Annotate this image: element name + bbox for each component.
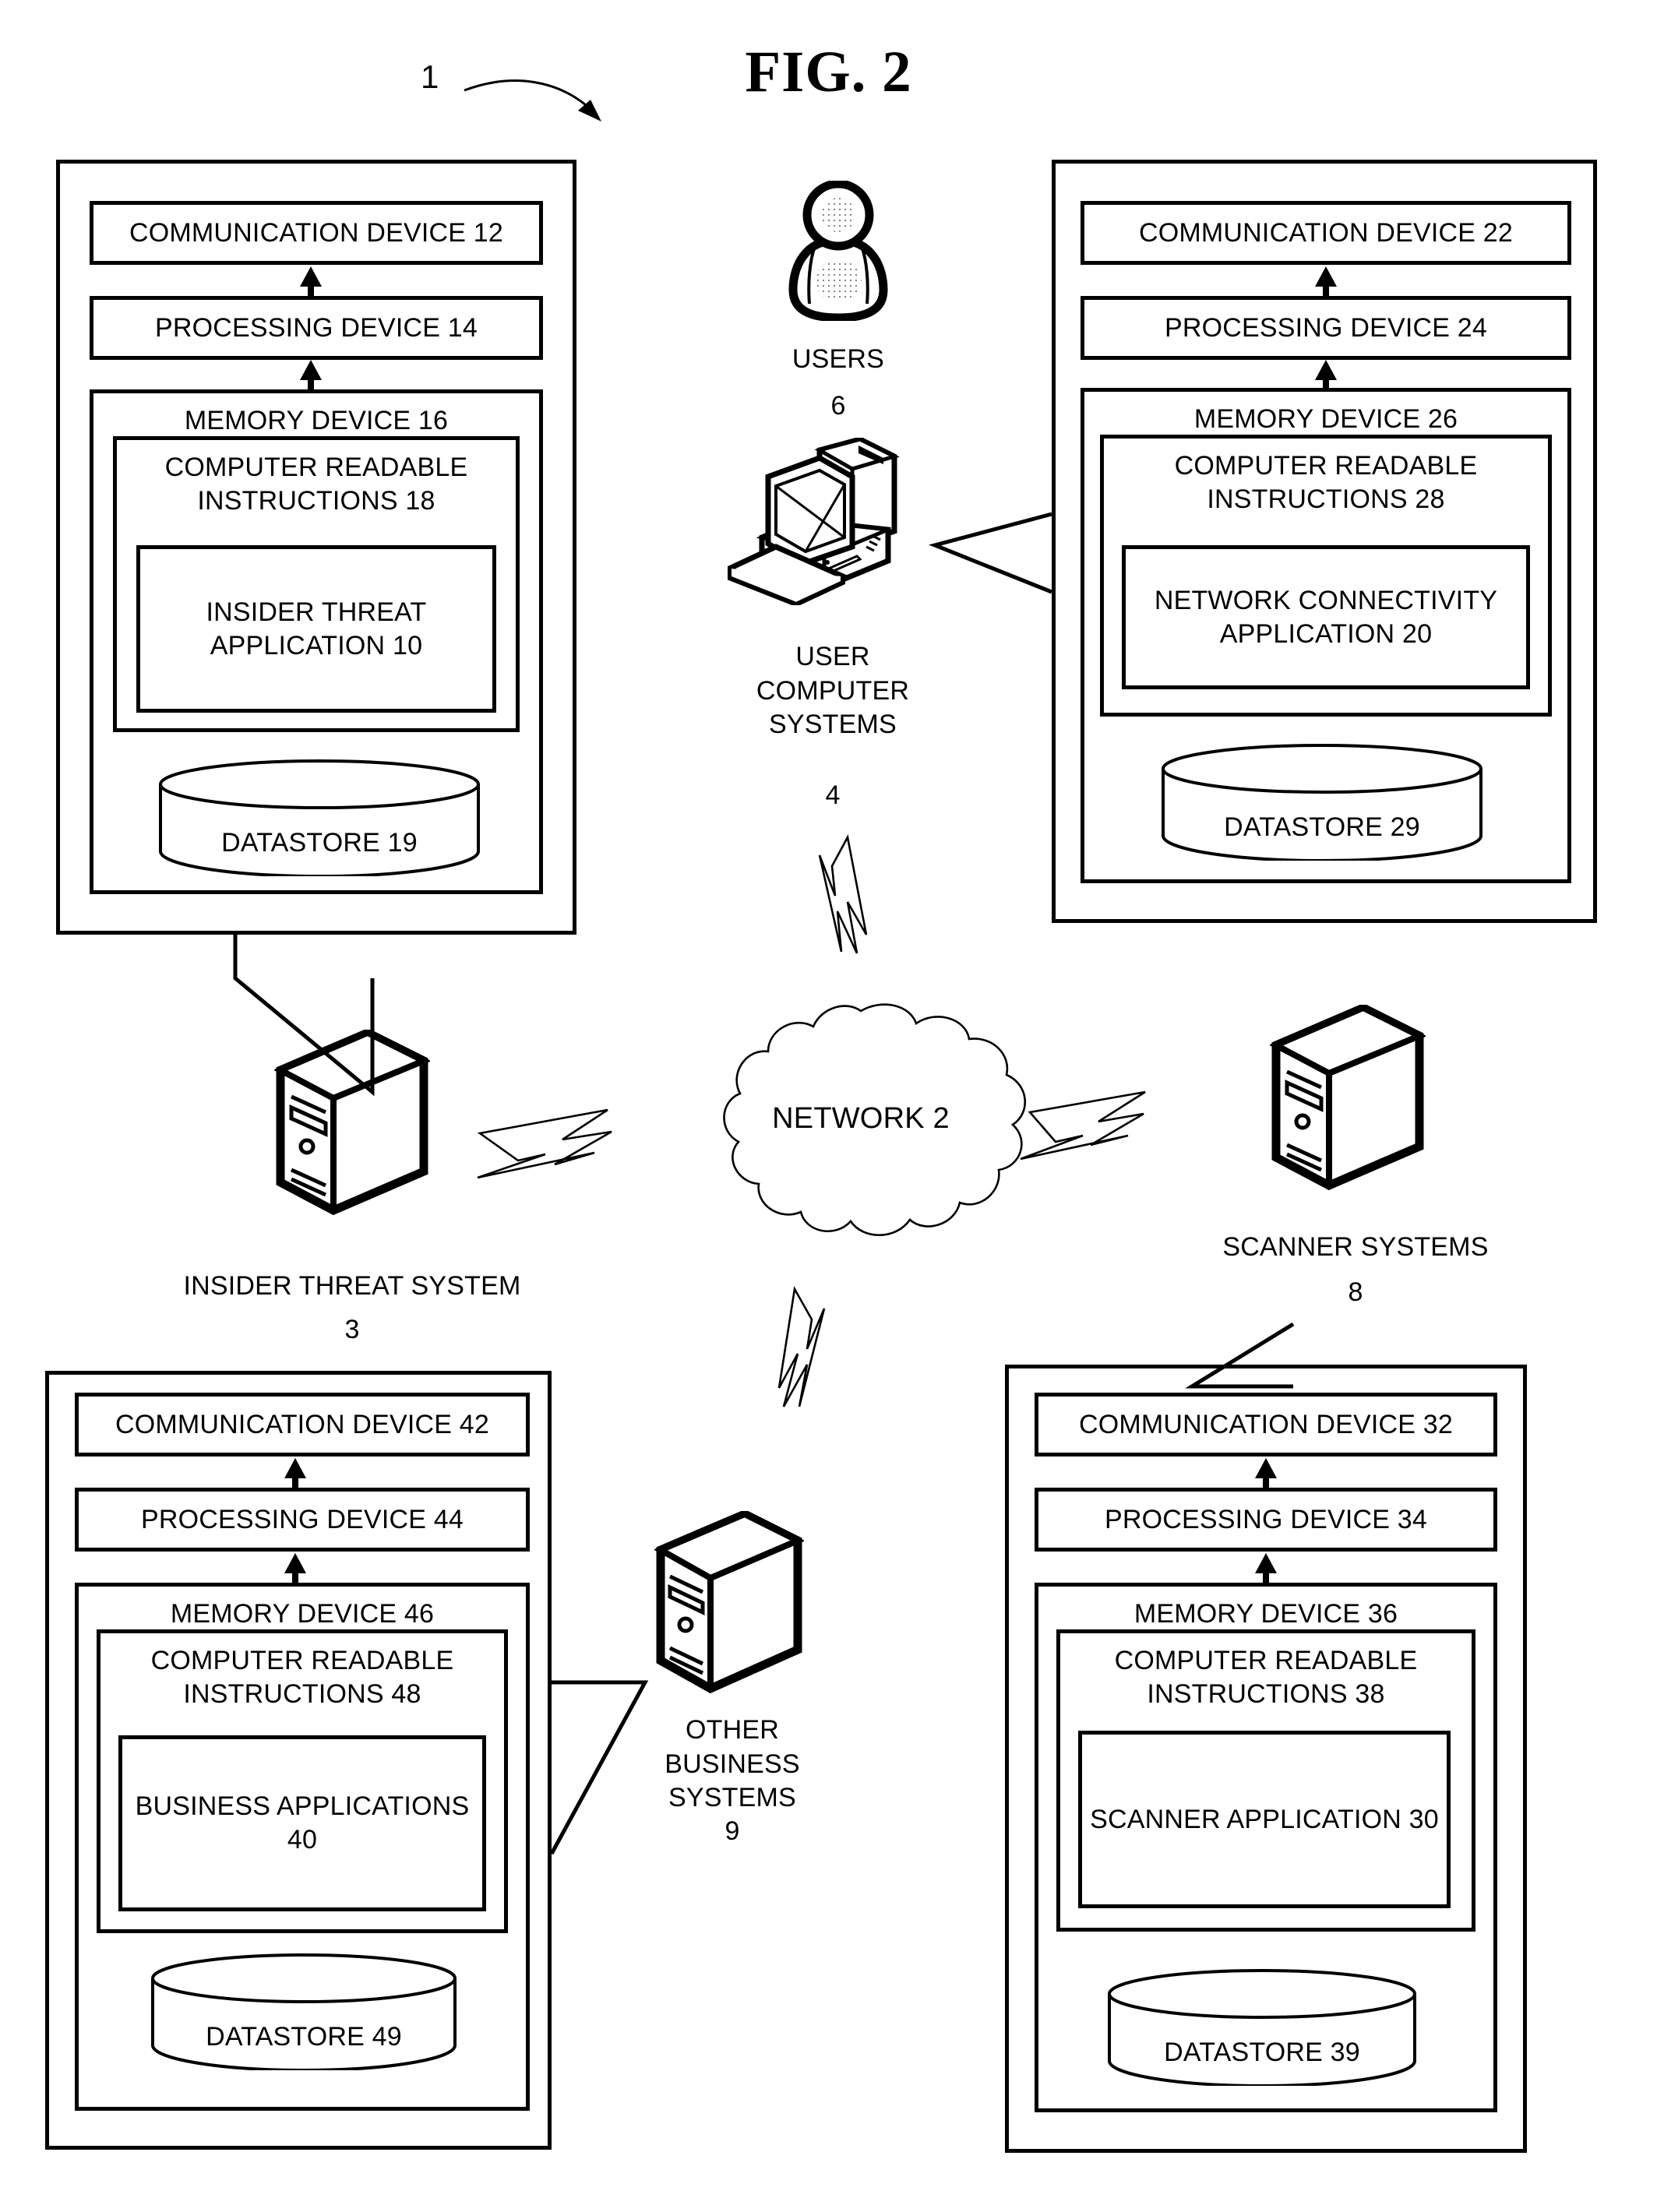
user-computer-systems-label: USER COMPUTER SYSTEMS <box>756 642 910 740</box>
lightning-bolt-connector-bottom <box>777 1286 826 1407</box>
processing-device-34: PROCESSING DEVICE 34 <box>1035 1488 1497 1552</box>
insider-threat-system-label: INSIDER THREAT SYSTEM <box>183 1271 521 1301</box>
datastore-19-label: DATASTORE 19 <box>221 828 418 858</box>
processing-device-24: PROCESSING DEVICE 24 <box>1081 296 1571 360</box>
other-business-systems-label: OTHER BUSINESS SYSTEMS <box>665 1715 800 1813</box>
insider-threat-system-label-number: 3 <box>344 1315 360 1344</box>
lightning-bolt-connector-left <box>477 1108 612 1179</box>
callout-user-computer <box>929 512 1052 594</box>
scanner-server-icon <box>1270 1005 1426 1192</box>
patent-figure-page: 1 FIG. 2 COMMUNICATION DEVICE 12 PROCESS… <box>0 0 1657 2212</box>
user-person-icon <box>784 181 893 321</box>
insider-threat-application-10: INSIDER THREAT APPLICATION 10 <box>136 545 496 713</box>
datastore-49-label: DATASTORE 49 <box>206 2022 402 2052</box>
desktop-computer-icon <box>728 438 922 605</box>
datastore-39-label: DATASTORE 39 <box>1164 2038 1360 2067</box>
communication-device-22: COMMUNICATION DEVICE 22 <box>1081 201 1571 265</box>
insider-threat-server-icon <box>274 1030 430 1217</box>
lightning-bolt-connector-top <box>818 834 868 954</box>
datastore-39-cylinder: DATASTORE 39 <box>1105 1969 1419 2086</box>
processing-device-44: PROCESSING DEVICE 44 <box>75 1488 530 1552</box>
network-connectivity-application-20: NETWORK CONNECTIVITY APPLICATION 20 <box>1122 545 1530 689</box>
datastore-29-cylinder: DATASTORE 29 <box>1158 744 1486 861</box>
scanner-systems-label: SCANNER SYSTEMS <box>1222 1232 1489 1262</box>
users-label-number: 6 <box>830 391 846 421</box>
user-computer-systems-label-number: 4 <box>825 780 841 810</box>
datastore-49-cylinder: DATASTORE 49 <box>148 1953 460 2070</box>
figure-title: FIG. 2 <box>745 40 912 104</box>
communication-device-32: COMMUNICATION DEVICE 32 <box>1035 1393 1497 1456</box>
scanner-systems-label-number: 8 <box>1348 1277 1363 1307</box>
processing-device-14: PROCESSING DEVICE 14 <box>90 296 543 360</box>
business-applications-40: BUSINESS APPLICATIONS 40 <box>118 1735 486 1911</box>
scanner-application-30: SCANNER APPLICATION 30 <box>1078 1731 1451 1908</box>
other-business-systems-label-number: 9 <box>724 1816 740 1846</box>
other-business-server-icon <box>654 1511 804 1695</box>
network-label: NETWORK 2 <box>772 1102 950 1135</box>
datastore-19-cylinder: DATASTORE 19 <box>156 759 483 876</box>
communication-device-12: COMMUNICATION DEVICE 12 <box>90 201 543 265</box>
communication-device-42: COMMUNICATION DEVICE 42 <box>75 1393 530 1456</box>
datastore-29-label: DATASTORE 29 <box>1224 812 1420 842</box>
users-label: USERS <box>791 344 885 374</box>
lightning-bolt-connector-right <box>1020 1090 1146 1161</box>
